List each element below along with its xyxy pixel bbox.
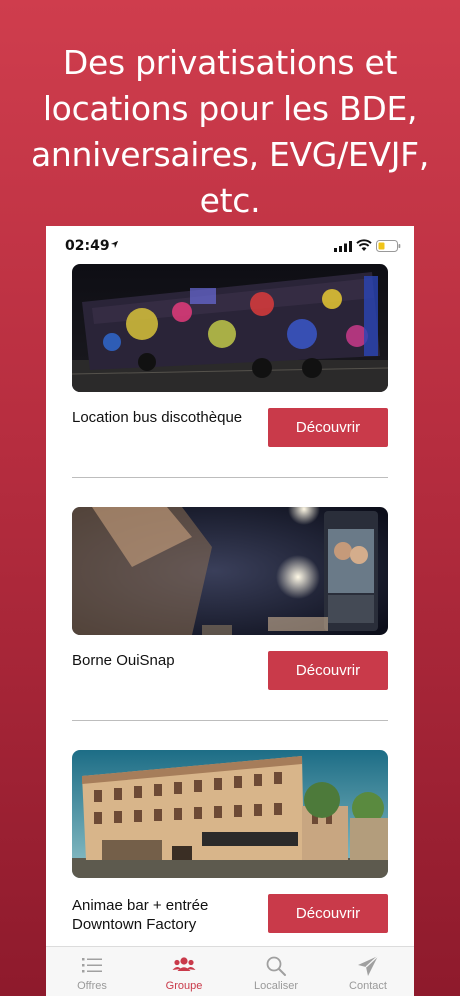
card-title: Borne OuiSnap xyxy=(72,652,175,669)
search-icon xyxy=(266,956,286,976)
tab-bar: Offres Groupe Localiser Contact xyxy=(46,946,414,996)
tab-label: Offres xyxy=(77,980,107,992)
tab-label: Localiser xyxy=(253,980,299,992)
discover-button[interactable]: Découvrir xyxy=(268,408,388,447)
location-arrow-icon xyxy=(110,240,119,249)
discover-button[interactable]: Découvrir xyxy=(268,651,388,690)
card-title: Location bus discothèque xyxy=(72,409,243,426)
battery-icon xyxy=(376,240,401,252)
tab-label: Groupe xyxy=(165,980,203,992)
phone-screen: 02:49 Location bus discothèque Découvrir… xyxy=(46,226,414,996)
send-icon xyxy=(358,955,379,976)
building-image xyxy=(72,750,388,878)
tab-offres[interactable]: Offres xyxy=(46,947,138,996)
list-icon xyxy=(82,958,102,973)
group-icon xyxy=(172,957,196,971)
divider xyxy=(72,477,388,478)
photobooth-image xyxy=(72,507,388,635)
status-time: 02:49 xyxy=(65,238,110,254)
party-bus-photo[interactable] xyxy=(72,264,388,392)
party-bus-image xyxy=(72,264,388,392)
status-bar: 02:49 xyxy=(46,226,414,266)
building-photo[interactable] xyxy=(72,750,388,878)
tab-contact[interactable]: Contact xyxy=(322,947,414,996)
promo-headline: Des privatisations et locations pour les… xyxy=(30,43,430,220)
photobooth-photo[interactable] xyxy=(72,507,388,635)
discover-button[interactable]: Découvrir xyxy=(268,894,388,933)
wifi-icon xyxy=(356,239,372,251)
signal-icon xyxy=(334,241,352,252)
card-title: Animae bar + entrée Downtown Factory xyxy=(72,897,209,933)
tab-groupe[interactable]: Groupe xyxy=(138,947,230,996)
divider xyxy=(72,720,388,721)
tab-label: Contact xyxy=(349,980,387,992)
tab-localiser[interactable]: Localiser xyxy=(230,947,322,996)
